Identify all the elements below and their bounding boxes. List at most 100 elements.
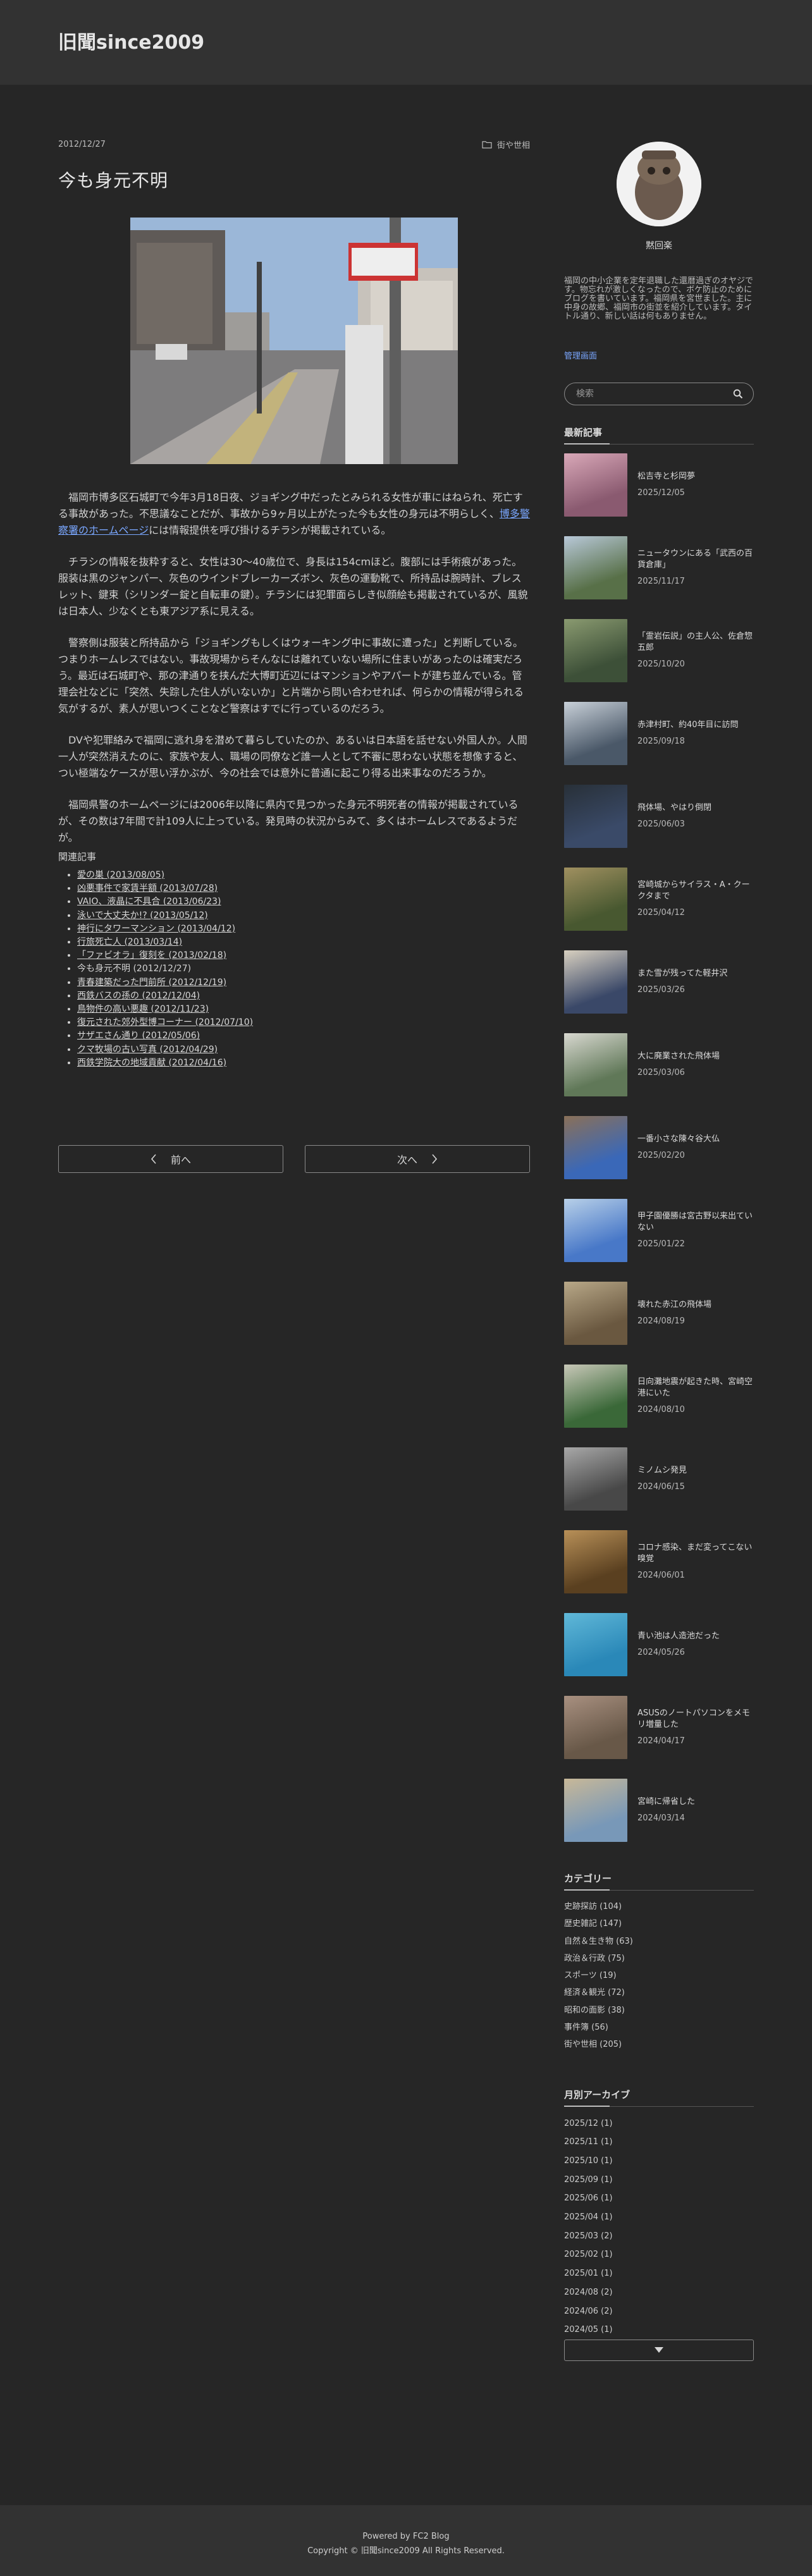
recent-thumbnail[interactable] [564, 1199, 627, 1262]
archive-item[interactable]: 2025/12 (1) [564, 2114, 754, 2133]
recent-post[interactable]: 甲子園優勝は宮古野以来出ていない 2025/01/22 [564, 1199, 754, 1282]
recent-post-title[interactable]: 松吉寺と杉岡夢 [637, 471, 695, 482]
category-item[interactable]: 政治＆行政 (75) [564, 1950, 754, 1967]
recent-post-title[interactable]: ミノムシ発見 [637, 1465, 687, 1476]
related-link[interactable]: 凶悪事件で家賃半額 (2013/07/28) [77, 883, 218, 893]
category-item[interactable]: スポーツ (19) [564, 1967, 754, 1984]
post-date: 2012/12/27 [58, 139, 106, 149]
recent-post-title[interactable]: 赤津村町、約40年目に訪問 [637, 720, 739, 731]
related-link[interactable]: 「ファビオラ」復刻を (2013/02/18) [77, 950, 226, 960]
recent-post[interactable]: 赤津村町、約40年目に訪問 2025/09/18 [564, 702, 754, 785]
related-link[interactable]: 愛の巣 (2013/08/05) [77, 870, 164, 880]
recent-thumbnail[interactable] [564, 1613, 627, 1676]
related-link[interactable]: 鳥物件の高い悪趣 (2012/11/23) [77, 1004, 209, 1014]
admin-link[interactable]: 管理画面 [564, 349, 754, 361]
recent-post[interactable]: 宮崎城からサイラス・A・クークタまで 2025/04/12 [564, 868, 754, 950]
recent-post[interactable]: 青い池は人造池だった 2024/05/26 [564, 1613, 754, 1696]
recent-post-title[interactable]: 飛体場、やはり倒閉 [637, 802, 711, 814]
recent-post[interactable]: ASUSのノートパソコンをメモリ増量した 2024/04/17 [564, 1696, 754, 1779]
archive-item[interactable]: 2025/02 (1) [564, 2245, 754, 2264]
archive-item[interactable]: 2025/03 (2) [564, 2227, 754, 2246]
archive-item[interactable]: 2024/08 (2) [564, 2283, 754, 2302]
recent-thumbnail[interactable] [564, 1033, 627, 1096]
recent-post-title[interactable]: 「霊岩伝説」の主人公、佐倉惣五郎 [637, 631, 754, 654]
recent-post[interactable]: 大に廃業された飛体場 2025/03/06 [564, 1033, 754, 1116]
archive-item[interactable]: 2024/05 (1) [564, 2321, 754, 2340]
related-link[interactable]: 行旅死亡人 (2013/03/14) [77, 937, 182, 947]
archive-item[interactable]: 2025/01 (1) [564, 2264, 754, 2283]
search-input[interactable] [575, 388, 717, 400]
archive-item[interactable]: 2024/06 (2) [564, 2302, 754, 2321]
recent-post[interactable]: 日向灘地震が起きた時、宮崎空港にいた 2024/08/10 [564, 1365, 754, 1447]
search-icon[interactable] [733, 389, 743, 399]
category-item[interactable]: 街や世相 (205) [564, 2036, 754, 2053]
recent-thumbnail[interactable] [564, 1282, 627, 1345]
recent-post-title[interactable]: 甲子園優勝は宮古野以来出ていない [637, 1211, 754, 1234]
related-link[interactable]: クマ牧場の古い写真 (2012/04/29) [77, 1045, 218, 1055]
recent-post-title[interactable]: ニュータウンにある「武西の百貨倉庫」 [637, 548, 754, 571]
category-item[interactable]: 事件簿 (56) [564, 2019, 754, 2036]
recent-post[interactable]: ミノムシ発見 2024/06/15 [564, 1447, 754, 1530]
recent-post-title[interactable]: 宮崎に帰省した [637, 1796, 695, 1808]
recent-post-title[interactable]: 青い池は人造池だった [637, 1631, 720, 1642]
recent-post[interactable]: 宮崎に帰省した 2024/03/14 [564, 1779, 754, 1861]
recent-post-title[interactable]: コロナ感染、まだ変ってこない嗅覚 [637, 1542, 754, 1565]
post-category[interactable]: 街や世相 [482, 138, 530, 150]
category-item[interactable]: 史跡探訪 (104) [564, 1898, 754, 1915]
recent-post[interactable]: 飛体場、やはり倒閉 2025/06/03 [564, 785, 754, 868]
related-link[interactable]: 神行にタワーマンション (2013/04/12) [77, 924, 235, 934]
category-item[interactable]: 昭和の面影 (38) [564, 2002, 754, 2019]
site-title[interactable]: 旧聞since2009 [58, 27, 204, 54]
recent-post-date: 2025/09/18 [637, 737, 685, 746]
prev-button[interactable]: 前へ [58, 1145, 283, 1173]
recent-post[interactable]: また雪が残ってた軽井沢 2025/03/26 [564, 950, 754, 1033]
recent-thumbnail[interactable] [564, 619, 627, 682]
archive-item[interactable]: 2025/09 (1) [564, 2171, 754, 2190]
recent-thumbnail[interactable] [564, 453, 627, 517]
recent-thumbnail[interactable] [564, 1779, 627, 1842]
recent-thumbnail[interactable] [564, 785, 627, 848]
recent-post-title[interactable]: 日向灘地震が起きた時、宮崎空港にいた [637, 1377, 754, 1399]
recent-post-title[interactable]: 壊れた赤江の飛体場 [637, 1299, 711, 1311]
recent-thumbnail[interactable] [564, 868, 627, 931]
recent-thumbnail[interactable] [564, 950, 627, 1014]
recent-post-title[interactable]: 一番小さな陳々谷大仏 [637, 1134, 720, 1145]
related-item: 愛の巣 (2013/08/05) [77, 869, 530, 882]
category-item[interactable]: 歴史雑記 (147) [564, 1915, 754, 1932]
recent-post[interactable]: 「霊岩伝説」の主人公、佐倉惣五郎 2025/10/20 [564, 619, 754, 702]
related-link[interactable]: 青春建築だった門前所 (2012/12/19) [77, 978, 226, 988]
archive-item[interactable]: 2025/06 (1) [564, 2189, 754, 2208]
next-button[interactable]: 次へ [305, 1145, 530, 1173]
recent-post[interactable]: 松吉寺と杉岡夢 2025/12/05 [564, 453, 754, 536]
recent-post[interactable]: ニュータウンにある「武西の百貨倉庫」 2025/11/17 [564, 536, 754, 619]
archive-item[interactable]: 2025/10 (1) [564, 2152, 754, 2171]
recent-post-title[interactable]: 大に廃業された飛体場 [637, 1051, 720, 1062]
related-link[interactable]: サザエさん通り (2012/05/06) [77, 1031, 200, 1041]
category-item[interactable]: 経済＆観光 (72) [564, 1984, 754, 2001]
recent-thumbnail[interactable] [564, 1365, 627, 1428]
recent-thumbnail[interactable] [564, 536, 627, 599]
archive-item[interactable]: 2025/04 (1) [564, 2208, 754, 2227]
recent-thumbnail[interactable] [564, 1696, 627, 1759]
recent-thumbnail[interactable] [564, 1447, 627, 1511]
recent-thumbnail[interactable] [564, 1530, 627, 1593]
recent-post-title[interactable]: 宮崎城からサイラス・A・クークタまで [637, 880, 754, 902]
recent-post[interactable]: 壊れた赤江の飛体場 2024/08/19 [564, 1282, 754, 1365]
related-link[interactable]: 泳いで大丈夫か!? (2013/05/12) [77, 911, 208, 921]
archive-item[interactable]: 2025/11 (1) [564, 2133, 754, 2152]
recent-post-title[interactable]: ASUSのノートパソコンをメモリ増量した [637, 1708, 754, 1731]
category-item[interactable]: 自然＆生き物 (63) [564, 1933, 754, 1950]
related-link[interactable]: 西鉄バスの孫の (2012/12/04) [77, 991, 200, 1001]
archive-list: 2025/12 (1) 2025/11 (1) 2025/10 (1) 2025/09… [564, 2114, 754, 2340]
recent-post[interactable]: 一番小さな陳々谷大仏 2025/02/20 [564, 1116, 754, 1199]
post-paragraph: 福岡市博多区石城町で今年3月18日夜、ジョギング中だったとみられる女性が車にはね… [58, 491, 530, 536]
recent-thumbnail[interactable] [564, 702, 627, 765]
recent-post[interactable]: コロナ感染、まだ変ってこない嗅覚 2024/06/01 [564, 1530, 754, 1613]
related-link[interactable]: 復元された郊外型博コーナー (2012/07/10) [77, 1017, 253, 1027]
related-item: 鳥物件の高い悪趣 (2012/11/23) [77, 1003, 530, 1016]
related-link[interactable]: 西鉄学院大の地域貢献 (2012/04/16) [77, 1058, 226, 1068]
recent-post-title[interactable]: また雪が残ってた軽井沢 [637, 968, 727, 979]
recent-thumbnail[interactable] [564, 1116, 627, 1179]
archive-more-button[interactable] [564, 2339, 754, 2361]
related-link[interactable]: VAIO、液晶に不具合 (2013/06/23) [77, 897, 221, 907]
